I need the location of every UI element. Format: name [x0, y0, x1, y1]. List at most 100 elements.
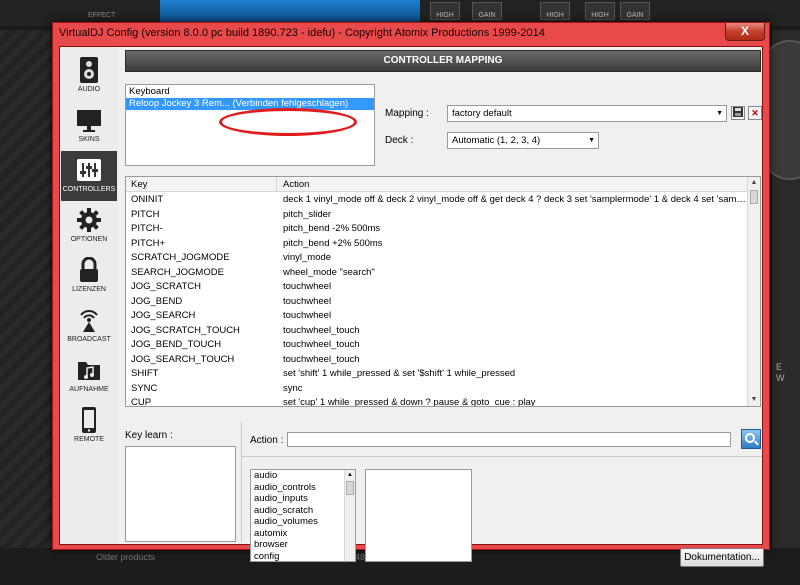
background-right-text: E W	[776, 362, 785, 384]
lock-icon	[80, 257, 98, 282]
delete-icon: ✕	[751, 108, 759, 118]
table-row[interactable]: JOG_BEND_TOUCH touchwheel_touch	[126, 338, 748, 353]
list-item[interactable]: audio_controls	[251, 482, 355, 494]
page-header: CONTROLLER MAPPING	[125, 50, 761, 72]
table-row[interactable]: JOG_BEND touchwheel	[126, 295, 748, 310]
category-list[interactable]: audio audio_controls audio_inputs audio_…	[250, 469, 356, 562]
broadcast-icon	[80, 310, 98, 332]
scroll-up-icon[interactable]: ▲	[748, 177, 760, 189]
table-row[interactable]: CUP set 'cup' 1 while_pressed & down ? pa…	[126, 396, 748, 407]
row-key: SYNC	[131, 382, 158, 394]
list-item[interactable]: audio	[251, 470, 355, 482]
table-row[interactable]: JOG_SCRATCH touchwheel	[126, 280, 748, 295]
table-row[interactable]: SEARCH_JOGMODE wheel_mode "search"	[126, 266, 748, 281]
nav-item-audio[interactable]: AUDIO	[61, 51, 117, 101]
nav-item-lizenzen[interactable]: LIZENZEN	[61, 251, 117, 301]
row-key: JOG_SCRATCH	[131, 281, 202, 292]
sliders-icon	[77, 159, 101, 181]
table-row[interactable]: ONINIT deck 1 vinyl_mode off & deck 2 vin…	[126, 193, 748, 208]
close-button[interactable]: X	[725, 23, 765, 41]
list-item[interactable]: audio_inputs	[251, 493, 355, 505]
background-knob: HIGH	[430, 2, 460, 20]
nav-item-skins[interactable]: SKINS	[61, 101, 117, 151]
row-key: JOG_SEARCH_TOUCH	[131, 353, 235, 365]
search-button[interactable]	[741, 429, 761, 449]
list-item[interactable]: audio_volumes	[251, 516, 355, 528]
table-scrollbar[interactable]: ▲ ▼	[747, 177, 760, 406]
row-key: ONINIT	[131, 194, 164, 205]
table-row[interactable]: PITCH pitch_slider	[126, 208, 748, 223]
speaker-icon	[80, 57, 98, 83]
table-row[interactable]: PITCH-pitch_bend -2% 500ms	[126, 222, 748, 237]
scroll-down-icon[interactable]: ▼	[748, 394, 760, 406]
category-scrollbar[interactable]: ▲	[344, 470, 355, 561]
key-learn-label: Key learn :	[125, 430, 173, 441]
nav-item-optionen[interactable]: OPTIONEN	[61, 201, 117, 251]
floppy-icon	[733, 107, 743, 117]
scroll-up-icon[interactable]: ▲	[345, 470, 355, 480]
config-window: VirtualDJ Config (version 8.0.0 pc build…	[52, 22, 770, 567]
table-header: Key Action	[126, 177, 748, 192]
nav-item-remote[interactable]: REMOTE	[61, 401, 117, 451]
table-row[interactable]: JOG_SEARCH_TOUCH touchwheel_touch	[126, 353, 748, 368]
mapping-table[interactable]: Key Action ONINIT deck 1 vinyl_mode off &…	[125, 176, 761, 407]
mapping-select[interactable]: factory default ▼	[447, 105, 727, 122]
list-item[interactable]: config	[251, 551, 355, 562]
action-input[interactable]	[287, 432, 731, 447]
nav-item-aufnahme[interactable]: AUFNAHME	[61, 351, 117, 401]
key-learn-box[interactable]	[125, 446, 236, 542]
table-row[interactable]: PITCH+ pitch_bend +2% 500ms	[126, 237, 748, 252]
table-row[interactable]: SYNC sync	[126, 382, 748, 397]
row-action: touchwheel	[283, 281, 332, 292]
nav-item-label: AUDIO	[77, 86, 101, 93]
scrollbar-thumb[interactable]	[750, 190, 758, 204]
nav-item-label: SKINS	[78, 136, 100, 143]
column-divider[interactable]	[276, 177, 277, 192]
row-key: PITCH	[131, 208, 160, 220]
mapping-label: Mapping :	[385, 108, 429, 119]
list-item[interactable]: browser	[251, 539, 355, 551]
background-knob: GAIN	[620, 2, 650, 20]
nav-item-label: CONTROLLERS	[62, 186, 116, 193]
nav-item-label: OPTIONEN	[70, 236, 108, 243]
nav-item-label: AUFNAHME	[69, 386, 109, 393]
row-action: pitch_slider	[283, 208, 332, 220]
row-action: set 'cup' 1 while_pressed & down ? pause…	[283, 397, 536, 407]
row-key: SCRATCH_JOGMODE	[131, 252, 230, 263]
save-mapping-button[interactable]	[731, 106, 745, 120]
table-row[interactable]: JOG_SCRATCH_TOUCH touchwheel_touch	[126, 324, 748, 339]
deck-value: Automatic (1, 2, 3, 4)	[452, 135, 541, 146]
folder-music-icon	[78, 362, 100, 380]
row-action: touchwheel	[283, 295, 332, 307]
nav-item-broadcast[interactable]: BROADCAST	[61, 301, 117, 351]
device-item-reloop[interactable]: Reloop Jockey 3 Rem... (Verbinden fehlge…	[126, 98, 374, 110]
row-key: PITCH+	[131, 237, 166, 249]
title-bar[interactable]: VirtualDJ Config (version 8.0.0 pc build…	[53, 23, 769, 45]
background-left-panel	[0, 30, 52, 585]
row-key: SEARCH_JOGMODE	[131, 266, 224, 278]
documentation-button[interactable]: Dokumentation...	[680, 548, 764, 567]
table-row[interactable]: SCRATCH_JOGMODE vinyl_mode	[126, 251, 748, 266]
function-list[interactable]	[365, 469, 472, 562]
row-key: SHIFT	[131, 368, 159, 379]
list-item[interactable]: automix	[251, 528, 355, 540]
nav-item-controllers[interactable]: CONTROLLERS	[61, 151, 117, 201]
background-knob: HIGH	[585, 2, 615, 20]
deck-select[interactable]: Automatic (1, 2, 3, 4) ▼	[447, 132, 599, 149]
divider	[241, 422, 242, 542]
nav-item-label: LIZENZEN	[72, 286, 106, 293]
row-action: sync	[283, 382, 303, 394]
delete-mapping-button[interactable]: ✕	[748, 106, 762, 120]
list-item[interactable]: audio_scratch	[251, 505, 355, 517]
column-header-action[interactable]: Action	[283, 179, 309, 190]
row-key: JOG_BEND	[131, 295, 183, 307]
device-item-keyboard[interactable]: Keyboard	[126, 86, 374, 98]
column-header-key[interactable]: Key	[131, 179, 147, 190]
table-row[interactable]: JOG_SEARCH touchwheel	[126, 309, 748, 324]
chevron-down-icon: ▼	[716, 110, 723, 117]
row-key: JOG_SEARCH	[131, 310, 196, 321]
scrollbar-thumb[interactable]	[346, 481, 354, 495]
table-row[interactable]: SHIFT set 'shift' 1 while_pressed & set '…	[126, 367, 748, 382]
window-client: AUDIO SKINS CONTROLLERS OPTIONEN LIZENZE…	[59, 46, 764, 567]
page-title: CONTROLLER MAPPING	[383, 55, 503, 66]
